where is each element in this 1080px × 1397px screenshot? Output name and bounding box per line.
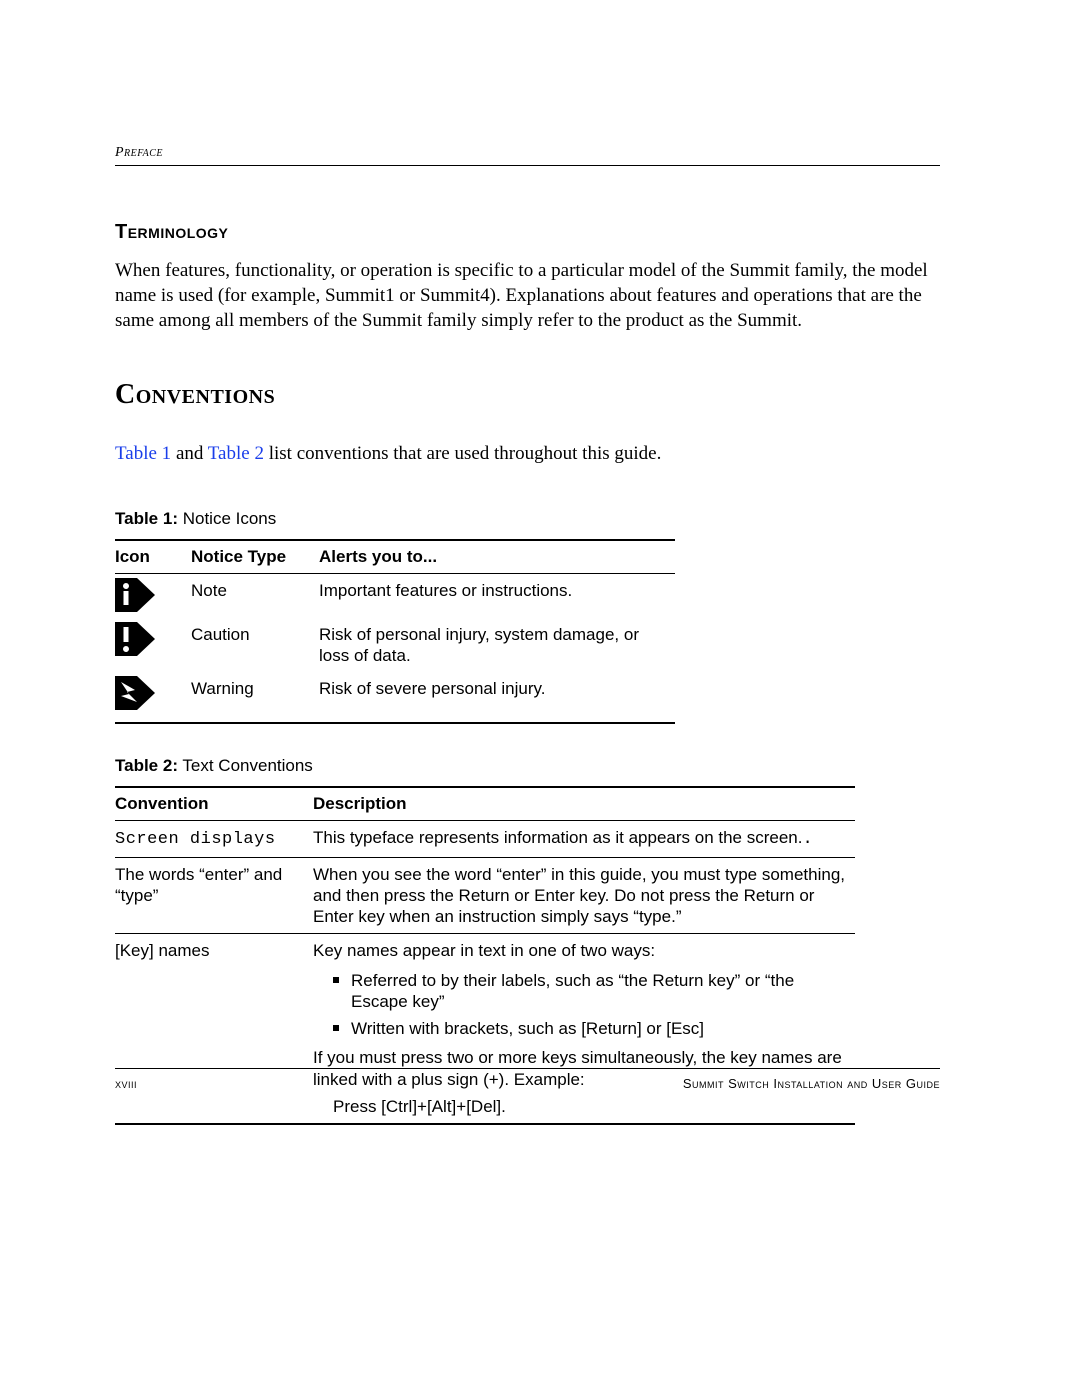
conventions-intro: Table 1 and Table 2 list conventions tha… <box>115 441 940 467</box>
notice-type: Caution <box>191 618 319 673</box>
page-number: xviii <box>115 1076 137 1091</box>
icon-cell <box>115 672 191 723</box>
mono-period: . <box>802 830 813 849</box>
convention: The words “enter” and “type” <box>115 857 313 934</box>
th-notice-type: Notice Type <box>191 540 319 574</box>
th-convention: Convention <box>115 787 313 821</box>
th-icon: Icon <box>115 540 191 574</box>
notice-type: Note <box>191 573 319 618</box>
alert-text: Risk of severe personal injury. <box>319 672 675 723</box>
alert-text: Risk of personal injury, system damage, … <box>319 618 675 673</box>
heading-terminology: Terminology <box>115 221 940 244</box>
text: Key names appear in text in one of two w… <box>313 940 847 961</box>
text: This typeface represents information as … <box>313 828 802 847</box>
table-notice-icons: Icon Notice Type Alerts you to... Note I… <box>115 539 675 725</box>
table-row: Screen displays This typeface represents… <box>115 821 855 857</box>
th-alerts: Alerts you to... <box>319 540 675 574</box>
bullet-list: Referred to by their labels, such as “th… <box>313 970 847 1040</box>
icon-cell <box>115 573 191 618</box>
running-head-rule <box>115 165 940 166</box>
notice-type: Warning <box>191 672 319 723</box>
info-icon <box>115 578 155 612</box>
footer: xviii Summit Switch Installation and Use… <box>115 1076 940 1091</box>
table-2-caption: Table 2: Text Conventions <box>115 756 940 776</box>
table-row: Note Important features or instructions. <box>115 573 675 618</box>
link-table-1[interactable]: Table 1 <box>115 443 171 464</box>
convention: [Key] names <box>115 934 313 1124</box>
link-table-2[interactable]: Table 2 <box>208 443 264 464</box>
text: and <box>171 443 208 464</box>
table-row: Warning Risk of severe personal injury. <box>115 672 675 723</box>
text: list conventions that are used throughou… <box>264 443 661 464</box>
heading-conventions: Conventions <box>115 379 940 411</box>
table-1-caption-text: Notice Icons <box>178 509 276 528</box>
table-2-caption-label: Table 2: <box>115 756 178 775</box>
th-description: Description <box>313 787 855 821</box>
footer-title: Summit Switch Installation and User Guid… <box>683 1076 940 1091</box>
list-item: Written with brackets, such as [Return] … <box>333 1018 847 1039</box>
alert-text: Important features or instructions. <box>319 573 675 618</box>
description: This typeface represents information as … <box>313 821 855 857</box>
table-row: [Key] names Key names appear in text in … <box>115 934 855 1124</box>
table-row: The words “enter” and “type” When you se… <box>115 857 855 934</box>
table-2-caption-text: Text Conventions <box>178 756 313 775</box>
warning-icon <box>115 676 155 710</box>
icon-cell <box>115 618 191 673</box>
page: Preface Terminology When features, funct… <box>0 0 1080 1397</box>
list-item: Referred to by their labels, such as “th… <box>333 970 847 1013</box>
table-1-caption: Table 1: Notice Icons <box>115 509 940 529</box>
convention: Screen displays <box>115 821 313 857</box>
mono-text: Screen displays <box>115 830 276 849</box>
table-text-conventions: Convention Description Screen displays T… <box>115 786 855 1125</box>
description: When you see the word “enter” in this gu… <box>313 857 855 934</box>
caution-icon <box>115 622 155 656</box>
footer-rule <box>115 1068 940 1069</box>
example-text: Press [Ctrl]+[Alt]+[Del]. <box>313 1096 847 1117</box>
table-row: Caution Risk of personal injury, system … <box>115 618 675 673</box>
table-1-caption-label: Table 1: <box>115 509 178 528</box>
description: Key names appear in text in one of two w… <box>313 934 855 1124</box>
terminology-body: When features, functionality, or operati… <box>115 258 940 333</box>
running-head: Preface <box>115 145 940 161</box>
